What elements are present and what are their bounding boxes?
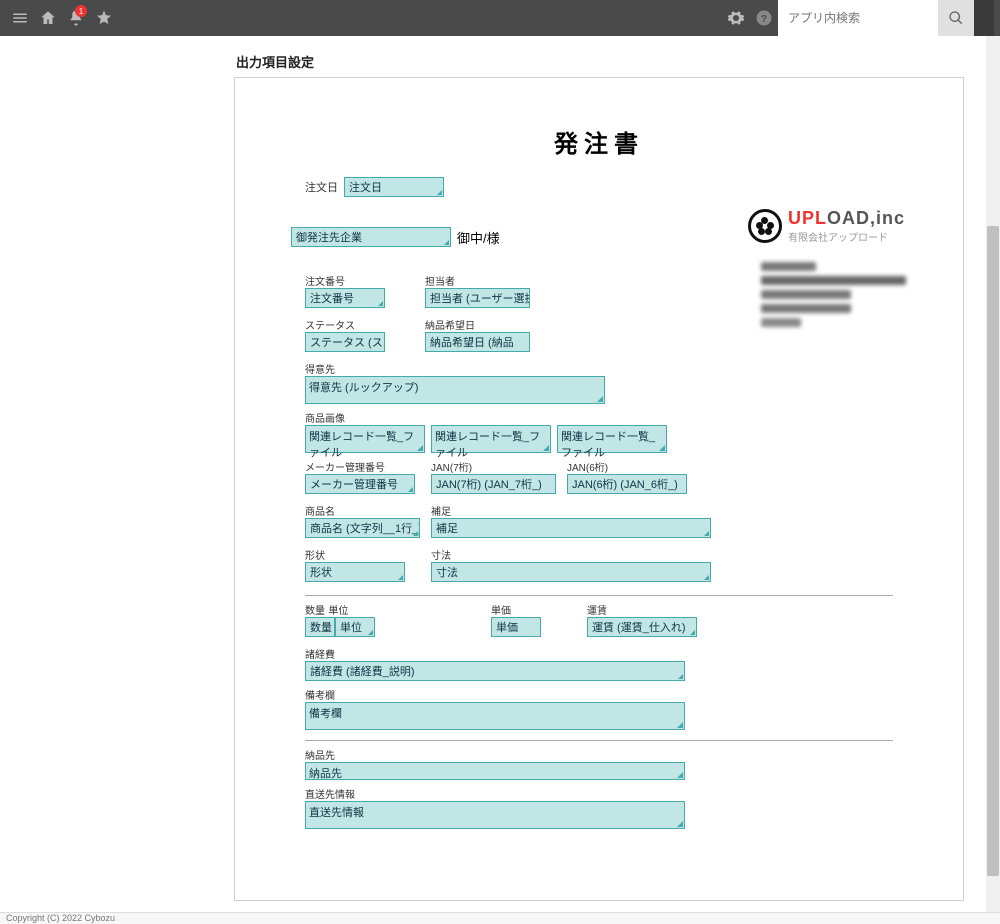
qty-label: 数量 <box>305 606 325 617</box>
direct-label: 直送先情報 <box>305 786 893 801</box>
footer-copyright: Copyright (C) 2022 Cybozu <box>0 912 1000 924</box>
scrollbar[interactable] <box>986 36 1000 912</box>
unit-label: 単位 <box>328 606 348 617</box>
order-date-label: 注文日 <box>305 179 338 195</box>
customer-field[interactable]: 得意先 (ルックアップ) <box>305 376 605 404</box>
jan6-label: JAN(6桁) <box>567 459 687 474</box>
search-box <box>778 0 974 36</box>
image-field-3[interactable]: 関連レコード一覧_ファイル <box>557 425 667 453</box>
status-label: ステータス <box>305 317 385 332</box>
due-field[interactable]: 納品希望日 (納品 <box>425 332 530 352</box>
doc-title: 発注書 <box>305 124 893 159</box>
logo-text-gray: OAD,inc <box>827 208 905 228</box>
dest-label: 納品先 <box>305 747 893 762</box>
orderno-label: 注文番号 <box>305 273 385 288</box>
jan7-label: JAN(7桁) <box>431 459 561 474</box>
dim-field[interactable]: 寸法 <box>431 562 711 582</box>
mgr-field[interactable]: メーカー管理番号 <box>305 474 415 494</box>
star-icon[interactable] <box>90 0 118 36</box>
panel-title: 出力項目設定 <box>236 52 1000 71</box>
payee-field[interactable]: 御発注先企業 <box>291 227 451 247</box>
due-label: 納品希望日 <box>425 317 530 332</box>
blurred-address <box>761 262 911 332</box>
orderno-field[interactable]: 注文番号 <box>305 288 385 308</box>
rep-label: 担当者 <box>425 273 530 288</box>
qty-field[interactable]: 数量 <box>305 617 335 637</box>
mgr-label: メーカー管理番号 <box>305 459 425 474</box>
direct-field[interactable]: 直送先情報 <box>305 801 685 829</box>
prod-label: 商品名 <box>305 503 425 518</box>
order-date-field[interactable]: 注文日 <box>344 177 444 197</box>
rep-field[interactable]: 担当者 (ユーザー選択) <box>425 288 530 308</box>
image-field-1[interactable]: 関連レコード一覧_ファイル <box>305 425 425 453</box>
scrollbar-thumb[interactable] <box>987 226 999 876</box>
payee-suffix: 御中/様 <box>457 228 500 247</box>
remarks-label: 備考欄 <box>305 687 893 702</box>
jan6-field[interactable]: JAN(6桁) (JAN_6桁_) <box>567 474 687 494</box>
home-icon[interactable] <box>34 0 62 36</box>
image-field-2[interactable]: 関連レコード一覧_ファイル <box>431 425 551 453</box>
expense-label: 諸経費 <box>305 646 893 661</box>
company-logo: UPLOAD,inc 有限会社アップロード <box>748 208 905 244</box>
logo-text-red: UPL <box>788 208 827 228</box>
shape-field[interactable]: 形状 <box>305 562 405 582</box>
svg-text:?: ? <box>761 13 767 25</box>
unit-field[interactable]: 単位 <box>335 617 375 637</box>
search-button[interactable] <box>938 0 974 36</box>
search-input[interactable] <box>778 0 938 36</box>
gear-icon[interactable] <box>722 0 750 36</box>
shape-label: 形状 <box>305 547 425 562</box>
bell-icon[interactable]: 1 <box>62 0 90 36</box>
image-label: 商品画像 <box>305 410 893 425</box>
right-tab[interactable] <box>974 0 994 36</box>
dest-field[interactable]: 納品先 <box>305 762 685 780</box>
note-field[interactable]: 補足 <box>431 518 711 538</box>
prod-field[interactable]: 商品名 (文字列__1行_) <box>305 518 420 538</box>
customer-label: 得意先 <box>305 361 893 376</box>
status-field[interactable]: ステータス (ス <box>305 332 385 352</box>
price-field[interactable]: 単価 <box>491 617 541 637</box>
topbar: 1 ? <box>0 0 1000 36</box>
jan7-field[interactable]: JAN(7桁) (JAN_7桁_) <box>431 474 556 494</box>
expense-field[interactable]: 諸経費 (諸経費_説明) <box>305 661 685 681</box>
remarks-field[interactable]: 備考欄 <box>305 702 685 730</box>
document-paper: 発注書 UPLOAD,inc 有限会社アップロード 注文日 注文日 御発注先企業… <box>234 77 964 901</box>
dim-label: 寸法 <box>431 547 893 562</box>
ship-field[interactable]: 運賃 (運賃_仕入れ) <box>587 617 697 637</box>
menu-icon[interactable] <box>6 0 34 36</box>
note-label: 補足 <box>431 503 893 518</box>
logo-mark-icon <box>748 209 782 243</box>
logo-subtitle: 有限会社アップロード <box>788 229 905 244</box>
price-label: 単価 <box>491 602 581 617</box>
ship-label: 運賃 <box>587 602 697 617</box>
notification-badge: 1 <box>75 5 87 17</box>
help-icon[interactable]: ? <box>750 0 778 36</box>
